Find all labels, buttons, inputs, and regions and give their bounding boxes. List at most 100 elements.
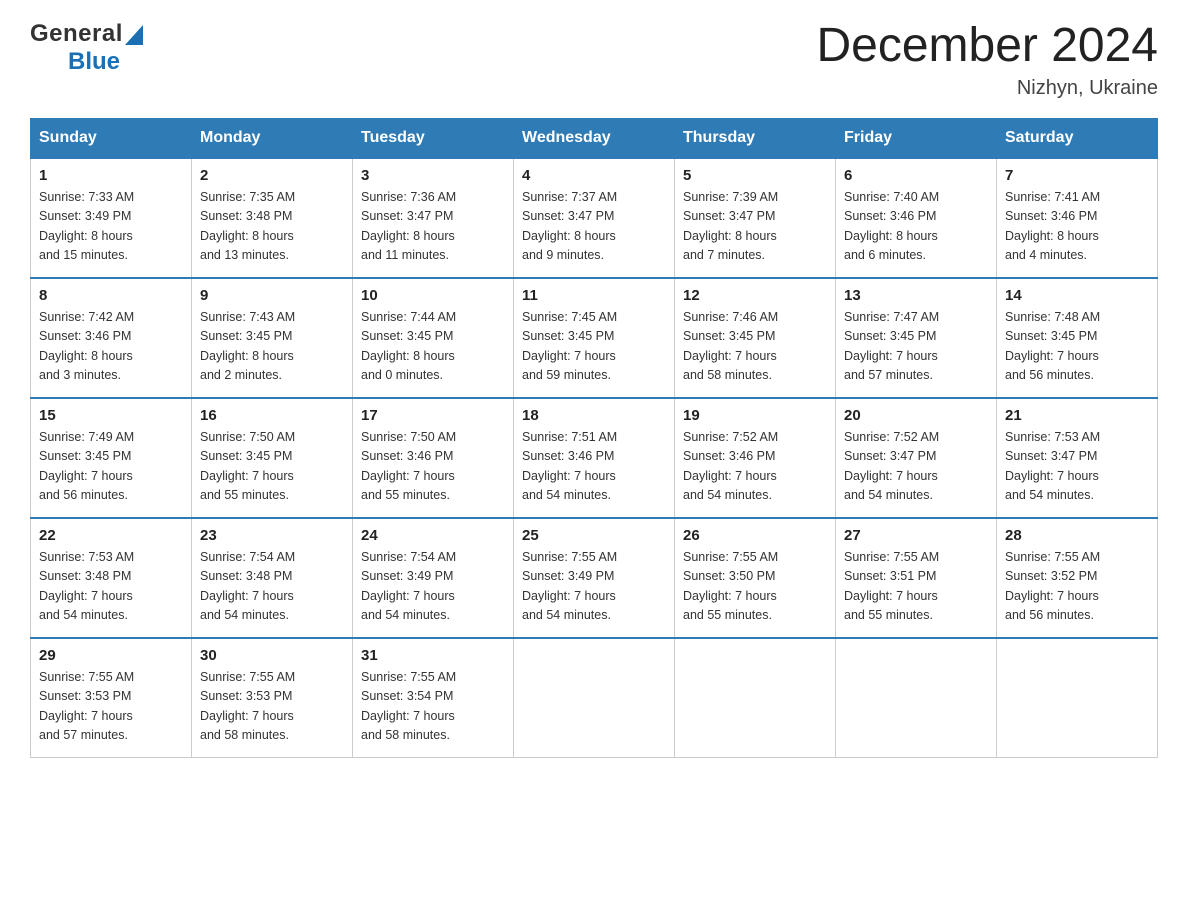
day-number: 19 (683, 407, 827, 424)
day-number: 11 (522, 287, 666, 304)
day-number: 26 (683, 527, 827, 544)
calendar-day-21: 21 Sunrise: 7:53 AMSunset: 3:47 PMDaylig… (997, 398, 1158, 518)
day-number: 2 (200, 167, 344, 184)
calendar-week-3: 15 Sunrise: 7:49 AMSunset: 3:45 PMDaylig… (31, 398, 1158, 518)
day-info: Sunrise: 7:55 AMSunset: 3:51 PMDaylight:… (844, 550, 939, 622)
day-info: Sunrise: 7:54 AMSunset: 3:48 PMDaylight:… (200, 550, 295, 622)
day-number: 9 (200, 287, 344, 304)
day-number: 21 (1005, 407, 1149, 424)
calendar-week-2: 8 Sunrise: 7:42 AMSunset: 3:46 PMDayligh… (31, 278, 1158, 398)
day-info: Sunrise: 7:37 AMSunset: 3:47 PMDaylight:… (522, 190, 617, 262)
day-info: Sunrise: 7:41 AMSunset: 3:46 PMDaylight:… (1005, 190, 1100, 262)
calendar-day-31: 31 Sunrise: 7:55 AMSunset: 3:54 PMDaylig… (353, 638, 514, 758)
calendar-day-23: 23 Sunrise: 7:54 AMSunset: 3:48 PMDaylig… (192, 518, 353, 638)
calendar-week-1: 1 Sunrise: 7:33 AMSunset: 3:49 PMDayligh… (31, 158, 1158, 278)
calendar-day-8: 8 Sunrise: 7:42 AMSunset: 3:46 PMDayligh… (31, 278, 192, 398)
day-number: 12 (683, 287, 827, 304)
weekday-header-saturday: Saturday (997, 118, 1158, 158)
day-number: 14 (1005, 287, 1149, 304)
calendar-day-30: 30 Sunrise: 7:55 AMSunset: 3:53 PMDaylig… (192, 638, 353, 758)
day-number: 28 (1005, 527, 1149, 544)
day-info: Sunrise: 7:40 AMSunset: 3:46 PMDaylight:… (844, 190, 939, 262)
day-info: Sunrise: 7:55 AMSunset: 3:53 PMDaylight:… (39, 670, 134, 742)
month-title: December 2024 (816, 20, 1158, 73)
day-number: 25 (522, 527, 666, 544)
calendar-day-14: 14 Sunrise: 7:48 AMSunset: 3:45 PMDaylig… (997, 278, 1158, 398)
empty-cell (514, 638, 675, 758)
day-info: Sunrise: 7:39 AMSunset: 3:47 PMDaylight:… (683, 190, 778, 262)
calendar-day-16: 16 Sunrise: 7:50 AMSunset: 3:45 PMDaylig… (192, 398, 353, 518)
calendar-week-5: 29 Sunrise: 7:55 AMSunset: 3:53 PMDaylig… (31, 638, 1158, 758)
day-info: Sunrise: 7:55 AMSunset: 3:54 PMDaylight:… (361, 670, 456, 742)
day-number: 30 (200, 647, 344, 664)
calendar-day-26: 26 Sunrise: 7:55 AMSunset: 3:50 PMDaylig… (675, 518, 836, 638)
calendar-day-13: 13 Sunrise: 7:47 AMSunset: 3:45 PMDaylig… (836, 278, 997, 398)
day-number: 29 (39, 647, 183, 664)
day-number: 24 (361, 527, 505, 544)
calendar-day-6: 6 Sunrise: 7:40 AMSunset: 3:46 PMDayligh… (836, 158, 997, 278)
day-number: 18 (522, 407, 666, 424)
weekday-header-monday: Monday (192, 118, 353, 158)
day-number: 10 (361, 287, 505, 304)
day-number: 23 (200, 527, 344, 544)
empty-cell (675, 638, 836, 758)
day-number: 7 (1005, 167, 1149, 184)
calendar-header: SundayMondayTuesdayWednesdayThursdayFrid… (31, 118, 1158, 158)
empty-cell (997, 638, 1158, 758)
day-info: Sunrise: 7:53 AMSunset: 3:47 PMDaylight:… (1005, 430, 1100, 502)
day-info: Sunrise: 7:45 AMSunset: 3:45 PMDaylight:… (522, 310, 617, 382)
day-info: Sunrise: 7:51 AMSunset: 3:46 PMDaylight:… (522, 430, 617, 502)
day-number: 3 (361, 167, 505, 184)
weekday-header-thursday: Thursday (675, 118, 836, 158)
day-number: 1 (39, 167, 183, 184)
calendar-day-15: 15 Sunrise: 7:49 AMSunset: 3:45 PMDaylig… (31, 398, 192, 518)
day-number: 13 (844, 287, 988, 304)
weekday-header-wednesday: Wednesday (514, 118, 675, 158)
day-number: 15 (39, 407, 183, 424)
location-title: Nizhyn, Ukraine (816, 77, 1158, 100)
logo-general-text: General (30, 20, 123, 48)
weekday-header-friday: Friday (836, 118, 997, 158)
calendar-day-3: 3 Sunrise: 7:36 AMSunset: 3:47 PMDayligh… (353, 158, 514, 278)
day-info: Sunrise: 7:50 AMSunset: 3:46 PMDaylight:… (361, 430, 456, 502)
weekday-header-tuesday: Tuesday (353, 118, 514, 158)
day-info: Sunrise: 7:44 AMSunset: 3:45 PMDaylight:… (361, 310, 456, 382)
calendar-day-27: 27 Sunrise: 7:55 AMSunset: 3:51 PMDaylig… (836, 518, 997, 638)
calendar-body: 1 Sunrise: 7:33 AMSunset: 3:49 PMDayligh… (31, 158, 1158, 758)
weekday-header-sunday: Sunday (31, 118, 192, 158)
calendar-day-7: 7 Sunrise: 7:41 AMSunset: 3:46 PMDayligh… (997, 158, 1158, 278)
calendar-day-11: 11 Sunrise: 7:45 AMSunset: 3:45 PMDaylig… (514, 278, 675, 398)
empty-cell (836, 638, 997, 758)
calendar-day-20: 20 Sunrise: 7:52 AMSunset: 3:47 PMDaylig… (836, 398, 997, 518)
logo: General Blue (30, 20, 143, 76)
day-number: 16 (200, 407, 344, 424)
day-info: Sunrise: 7:36 AMSunset: 3:47 PMDaylight:… (361, 190, 456, 262)
calendar-day-17: 17 Sunrise: 7:50 AMSunset: 3:46 PMDaylig… (353, 398, 514, 518)
day-info: Sunrise: 7:55 AMSunset: 3:49 PMDaylight:… (522, 550, 617, 622)
day-info: Sunrise: 7:54 AMSunset: 3:49 PMDaylight:… (361, 550, 456, 622)
day-info: Sunrise: 7:33 AMSunset: 3:49 PMDaylight:… (39, 190, 134, 262)
day-info: Sunrise: 7:49 AMSunset: 3:45 PMDaylight:… (39, 430, 134, 502)
day-number: 6 (844, 167, 988, 184)
day-number: 22 (39, 527, 183, 544)
calendar-day-19: 19 Sunrise: 7:52 AMSunset: 3:46 PMDaylig… (675, 398, 836, 518)
day-number: 20 (844, 407, 988, 424)
logo-blue-text: Blue (68, 48, 120, 76)
calendar-day-18: 18 Sunrise: 7:51 AMSunset: 3:46 PMDaylig… (514, 398, 675, 518)
calendar-day-24: 24 Sunrise: 7:54 AMSunset: 3:49 PMDaylig… (353, 518, 514, 638)
day-number: 31 (361, 647, 505, 664)
day-info: Sunrise: 7:48 AMSunset: 3:45 PMDaylight:… (1005, 310, 1100, 382)
day-info: Sunrise: 7:46 AMSunset: 3:45 PMDaylight:… (683, 310, 778, 382)
day-info: Sunrise: 7:42 AMSunset: 3:46 PMDaylight:… (39, 310, 134, 382)
day-info: Sunrise: 7:35 AMSunset: 3:48 PMDaylight:… (200, 190, 295, 262)
day-info: Sunrise: 7:52 AMSunset: 3:47 PMDaylight:… (844, 430, 939, 502)
day-number: 4 (522, 167, 666, 184)
day-number: 8 (39, 287, 183, 304)
calendar-day-1: 1 Sunrise: 7:33 AMSunset: 3:49 PMDayligh… (31, 158, 192, 278)
logo-triangle-icon (125, 25, 143, 45)
calendar-week-4: 22 Sunrise: 7:53 AMSunset: 3:48 PMDaylig… (31, 518, 1158, 638)
day-info: Sunrise: 7:52 AMSunset: 3:46 PMDaylight:… (683, 430, 778, 502)
calendar-table: SundayMondayTuesdayWednesdayThursdayFrid… (30, 118, 1158, 759)
calendar-day-22: 22 Sunrise: 7:53 AMSunset: 3:48 PMDaylig… (31, 518, 192, 638)
day-info: Sunrise: 7:55 AMSunset: 3:53 PMDaylight:… (200, 670, 295, 742)
